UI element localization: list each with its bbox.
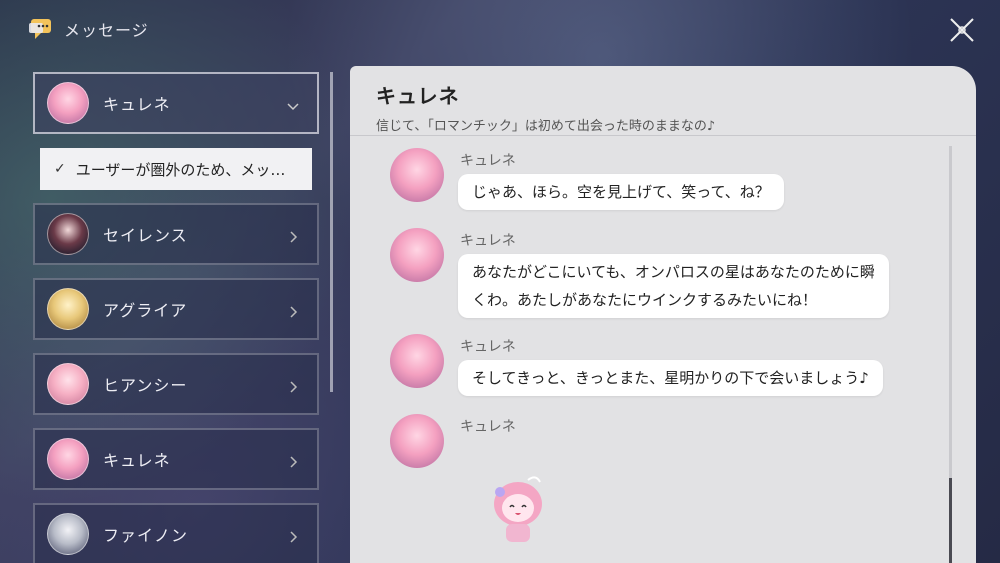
message-sender: キュレネ <box>460 153 516 169</box>
contact-name: セイレンス <box>103 226 188 245</box>
chevron-down-icon <box>287 97 299 111</box>
chevron-right-icon <box>287 528 299 543</box>
contact-name: キュレネ <box>103 95 171 114</box>
chevron-right-icon <box>287 303 299 318</box>
message-bubble: じゃあ、ほら。空を見上げて、笑って、ね？ <box>458 174 784 210</box>
chevron-right-icon <box>287 453 299 468</box>
check-icon: ✓ <box>54 161 66 177</box>
contact-item[interactable]: キュレネ <box>33 428 319 490</box>
avatar <box>390 414 444 468</box>
chibi-sticker <box>478 470 558 550</box>
chat-messages: キュレネ じゃあ、ほら。空を見上げて、笑って、ね？ キュレネ あなたがどこにいて… <box>350 146 976 563</box>
chevron-right-icon <box>287 228 299 243</box>
message-bubble-icon <box>28 17 56 41</box>
message-sender: キュレネ <box>460 339 516 355</box>
contact-item[interactable]: ヒアンシー <box>33 353 319 415</box>
message-bubble: そしてきっと、きっとまた、星明かりの下で会いましょう♪ <box>458 360 883 396</box>
chat-subtitle: 信じて、「ロマンチック」は初めて出会った時のままなの♪ <box>376 119 716 134</box>
message-sender: キュレネ <box>460 233 516 249</box>
contact-item[interactable]: ファイノン <box>33 503 319 563</box>
contact-list: キュレネ セイレンス アグライア ヒアンシー キュレネ ファイノン <box>33 72 321 563</box>
avatar <box>47 82 89 124</box>
message-text: じゃあ、ほら。空を見上げて、笑って、ね？ <box>472 183 770 201</box>
message-sender: キュレネ <box>460 419 516 435</box>
message-bubble: あなたがどこにいても、オンパロスの星はあなたのために瞬 くわ。あたしがあなたにウ… <box>458 254 889 318</box>
message-text: くわ。あたしがあなたにウインクするみたいにね！ <box>472 291 818 309</box>
avatar <box>47 438 89 480</box>
contact-item[interactable]: セイレンス <box>33 203 319 265</box>
avatar <box>390 148 444 202</box>
chevron-right-icon <box>287 378 299 393</box>
avatar <box>47 213 89 255</box>
avatar <box>390 334 444 388</box>
avatar <box>47 363 89 405</box>
avatar <box>390 228 444 282</box>
close-icon <box>950 18 974 42</box>
contact-name: ファイノン <box>103 526 189 545</box>
contact-name: アグライア <box>103 301 188 320</box>
contact-list-scrollbar[interactable] <box>330 72 333 392</box>
sub-item-label: ユーザーが圏外のため、メッ… <box>75 160 286 179</box>
contact-item[interactable]: アグライア <box>33 278 319 340</box>
avatar <box>47 288 89 330</box>
contact-item[interactable]: キュレネ <box>33 72 319 134</box>
conversation-sub-item[interactable]: ✓ ユーザーが圏外のため、メッ… <box>40 148 312 190</box>
contact-name: キュレネ <box>103 451 171 470</box>
chat-header: キュレネ 信じて、「ロマンチック」は初めて出会った時のままなの♪ <box>350 66 976 136</box>
message-text: あなたがどこにいても、オンパロスの星はあなたのために瞬 <box>472 263 875 281</box>
avatar <box>47 513 89 555</box>
chat-scrollbar-thumb[interactable] <box>949 478 952 563</box>
close-button[interactable] <box>948 16 976 44</box>
top-bar: メッセージ <box>28 14 149 44</box>
page-title: メッセージ <box>64 21 149 40</box>
message-text: そしてきっと、きっとまた、星明かりの下で会いましょう♪ <box>472 369 869 387</box>
chat-panel: キュレネ 信じて、「ロマンチック」は初めて出会った時のままなの♪ キュレネ じゃ… <box>350 66 976 563</box>
chat-title: キュレネ <box>376 84 460 108</box>
contact-name: ヒアンシー <box>103 376 188 395</box>
